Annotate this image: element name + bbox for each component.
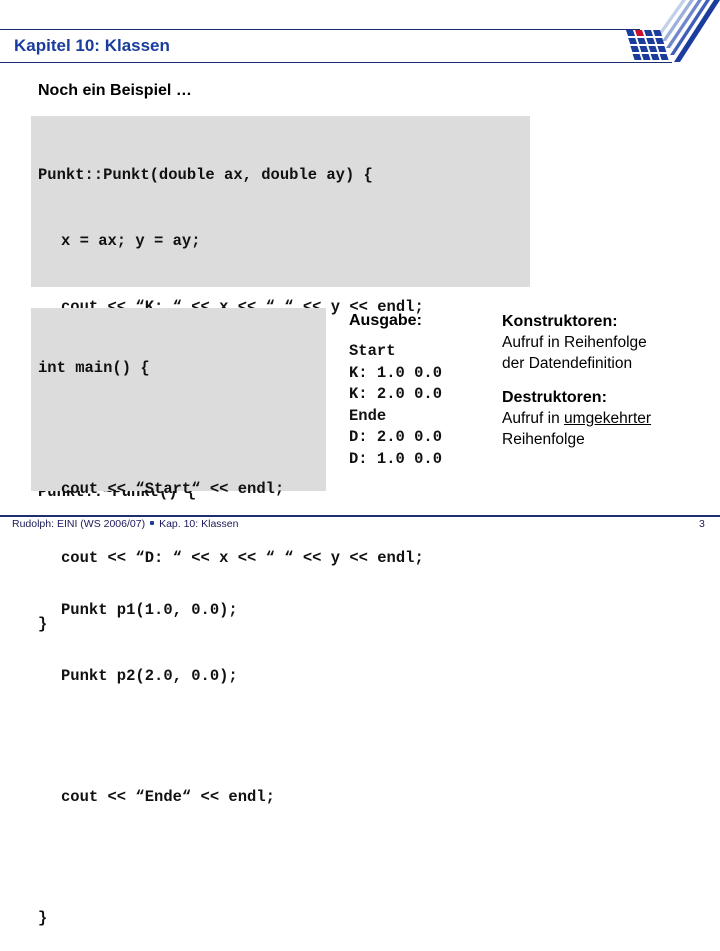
code-line: } bbox=[38, 909, 48, 927]
logo-square bbox=[635, 30, 644, 36]
note-text-emphasis: umgekehrter bbox=[564, 410, 652, 427]
slide-title: Kapitel 10: Klassen bbox=[14, 36, 170, 55]
code-line: cout << “Start“ << endl; bbox=[61, 480, 285, 498]
university-logo-icon bbox=[626, 0, 720, 62]
header-rule-top bbox=[0, 29, 640, 30]
logo-square bbox=[639, 46, 649, 52]
logo-square bbox=[626, 30, 635, 36]
logo-square bbox=[648, 46, 658, 52]
logo-square bbox=[630, 46, 640, 52]
note-destructors: Destruktoren: Aufruf in umgekehrter Reih… bbox=[502, 388, 717, 450]
notes: Konstruktoren: Aufruf in Reihenfolge der… bbox=[502, 312, 717, 450]
note-heading: Destruktoren: bbox=[502, 389, 607, 406]
footer-course: Rudolph: EINI (WS 2006/07) bbox=[12, 518, 146, 530]
logo-stripe bbox=[670, 0, 710, 55]
output-heading: Ausgabe: bbox=[349, 312, 422, 329]
code-line: x = ax; y = ay; bbox=[61, 232, 201, 250]
logo-square bbox=[641, 54, 651, 60]
output-line: D: 2.0 0.0 bbox=[349, 428, 443, 447]
footer-rule bbox=[0, 515, 720, 517]
output-line: Start bbox=[349, 342, 396, 360]
logo-stripe bbox=[666, 0, 702, 48]
output-line: Ende bbox=[349, 406, 387, 425]
note-text-prefix: Aufruf in bbox=[502, 410, 565, 427]
logo-square bbox=[657, 46, 667, 52]
code-line: Punkt p2(2.0, 0.0); bbox=[61, 667, 238, 685]
header-rule-bottom bbox=[0, 62, 672, 63]
slide-subtitle: Noch ein Beispiel … bbox=[38, 82, 192, 99]
logo-square bbox=[644, 30, 653, 36]
note-text: Aufruf in umgekehrter bbox=[502, 408, 717, 429]
logo-square bbox=[655, 38, 665, 44]
code-line: cout << “Ende“ << endl; bbox=[61, 788, 275, 806]
output-line: D: 1.0 0.0 bbox=[349, 449, 443, 468]
output-line: K: 2.0 0.0 bbox=[349, 385, 443, 404]
code-block-main: int main() { cout << “Start“ << endl; Pu… bbox=[31, 308, 326, 927]
logo-square bbox=[628, 38, 638, 44]
note-heading: Konstruktoren: bbox=[502, 313, 618, 330]
page-number: 3 bbox=[699, 518, 705, 530]
program-output: Ausgabe: Start K: 1.0 0.0 K: 2.0 0.0 End… bbox=[349, 312, 442, 471]
note-text: Reihenfolge bbox=[502, 431, 585, 448]
code-line: int main() { bbox=[38, 359, 150, 377]
note-text: Aufruf in Reihenfolge bbox=[502, 334, 647, 351]
logo-square bbox=[659, 54, 669, 60]
bullet-icon bbox=[150, 521, 155, 526]
output-line: K: 1.0 0.0 bbox=[349, 363, 443, 382]
note-text: der Datendefinition bbox=[502, 355, 633, 372]
code-line: Punkt::Punkt(double ax, double ay) { bbox=[38, 166, 373, 184]
logo-square bbox=[646, 38, 656, 44]
code-line: Punkt p1(1.0, 0.0); bbox=[61, 601, 238, 619]
logo-square bbox=[632, 54, 642, 60]
code-block-constructor-destructor: Punkt::Punkt(double ax, double ay) { x =… bbox=[31, 116, 530, 633]
logo-square bbox=[650, 54, 660, 60]
footer-chapter: Kap. 10: Klassen bbox=[159, 518, 239, 530]
note-constructors: Konstruktoren: Aufruf in Reihenfolge der… bbox=[502, 312, 717, 374]
footer-info: Rudolph: EINI (WS 2006/07) Kap. 10: Klass… bbox=[12, 518, 238, 530]
logo-square bbox=[637, 38, 647, 44]
